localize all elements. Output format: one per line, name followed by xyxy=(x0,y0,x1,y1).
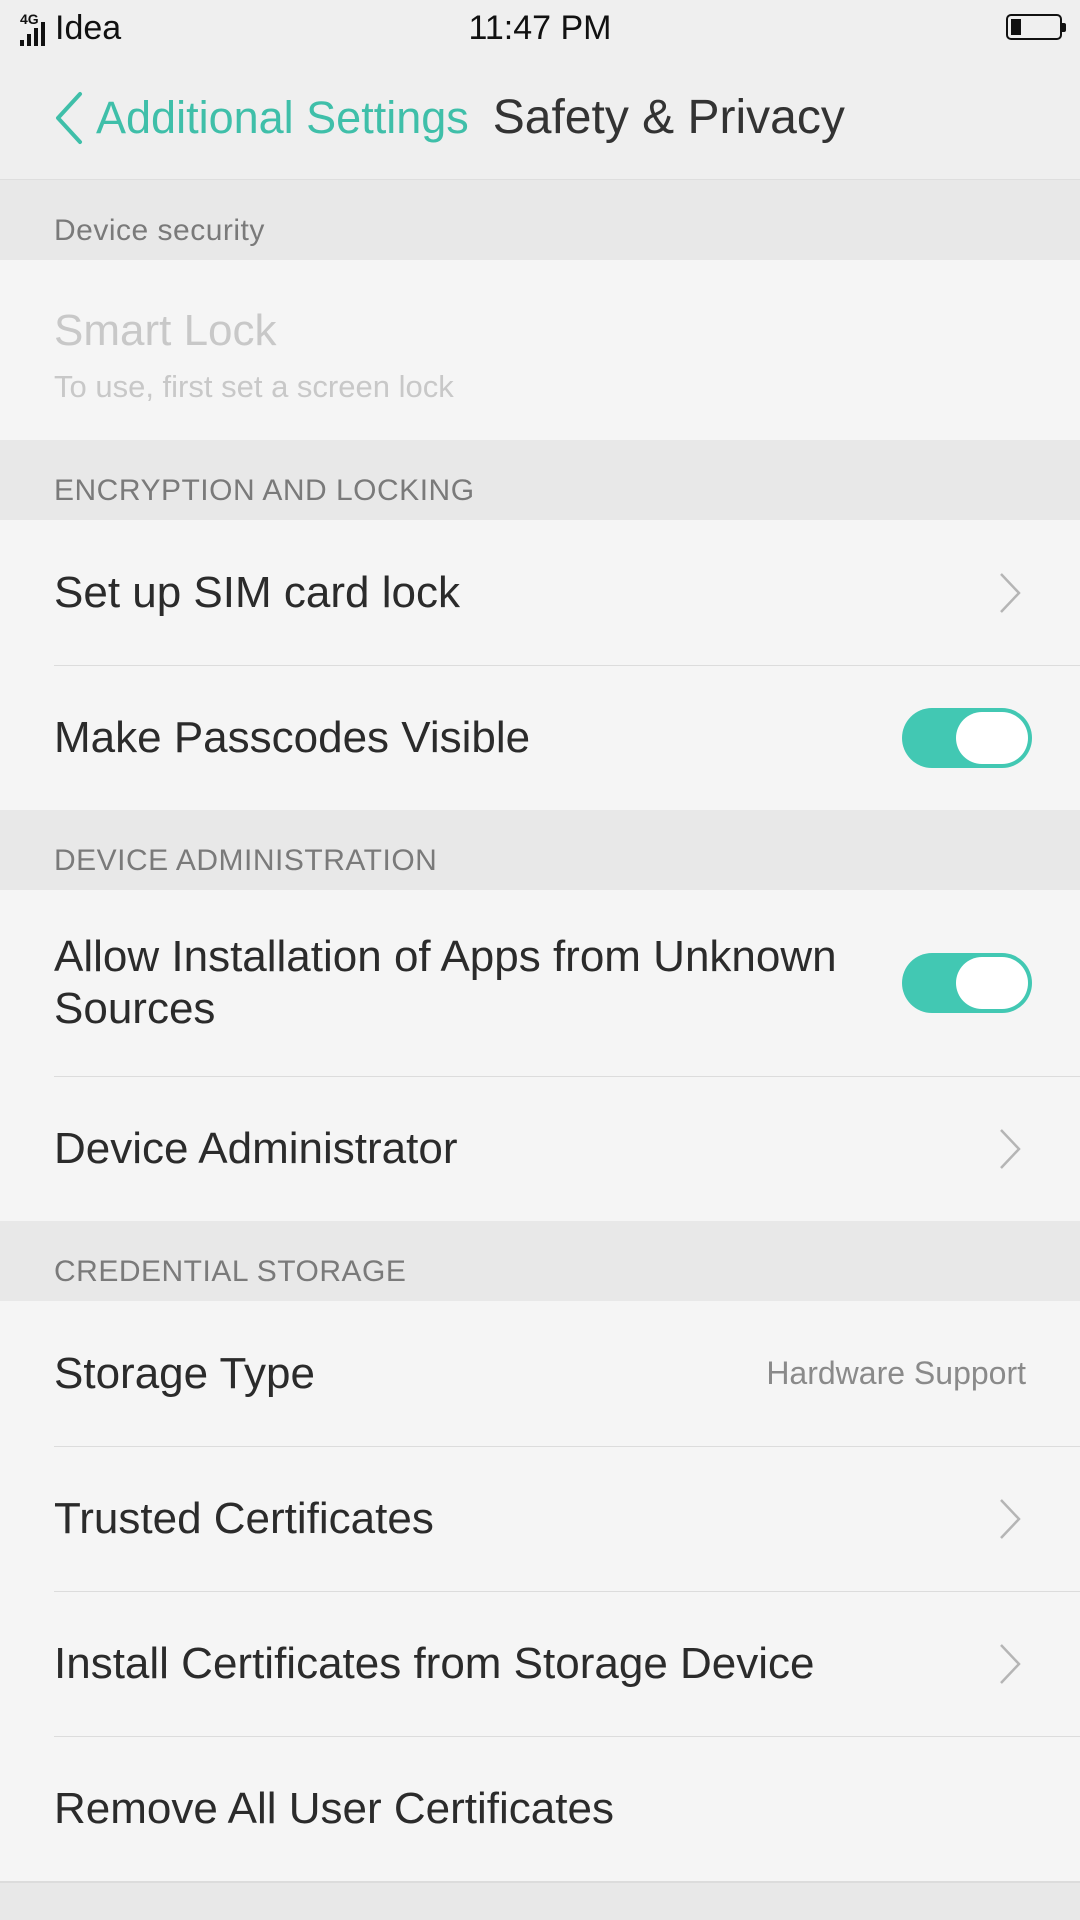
remove-certificates-row[interactable]: Remove All User Certificates xyxy=(0,1736,1080,1881)
smart-lock-title: Smart Lock xyxy=(54,306,277,355)
back-button[interactable]: Additional Settings xyxy=(52,88,469,148)
passcodes-visible-label: Make Passcodes Visible xyxy=(54,712,531,762)
remove-certificates-label: Remove All User Certificates xyxy=(54,1783,614,1833)
passcodes-visible-row: Make Passcodes Visible xyxy=(0,665,1080,810)
passcodes-visible-toggle[interactable] xyxy=(902,707,1032,768)
unknown-sources-label: Allow Installation of Apps from Unknown … xyxy=(54,932,837,1033)
section-header-credential-storage: CREDENTIAL STORAGE xyxy=(0,1221,1080,1301)
chevron-right-icon xyxy=(1000,1498,1021,1539)
app-header: Additional Settings Safety & Privacy xyxy=(0,56,1080,180)
storage-type-value: Hardware Support xyxy=(766,1355,1026,1391)
trusted-certificates-label: Trusted Certificates xyxy=(54,1493,434,1543)
status-time: 11:47 PM xyxy=(468,8,612,47)
smart-lock-row[interactable]: Smart Lock To use, first set a screen lo… xyxy=(0,260,1080,440)
unknown-sources-row: Allow Installation of Apps from Unknown … xyxy=(0,890,1080,1076)
device-administrator-label: Device Administrator xyxy=(54,1123,458,1173)
carrier-name: Idea xyxy=(55,8,122,47)
storage-type-label: Storage Type xyxy=(54,1348,315,1398)
bottom-spacer xyxy=(0,1882,1080,1920)
chevron-right-icon xyxy=(1000,1643,1021,1684)
battery-icon xyxy=(1006,14,1066,40)
trusted-certificates-row[interactable]: Trusted Certificates xyxy=(0,1446,1080,1591)
section-header-device-admin: DEVICE ADMINISTRATION xyxy=(0,810,1080,890)
smart-lock-subtitle: To use, first set a screen lock xyxy=(54,369,454,404)
storage-type-row: Storage Type Hardware Support xyxy=(0,1301,1080,1446)
network-type: 4G xyxy=(20,11,39,27)
sim-lock-label: Set up SIM card lock xyxy=(54,567,460,617)
back-label: Additional Settings xyxy=(96,91,469,143)
page-title: Safety & Privacy xyxy=(492,91,845,144)
status-bar: 4G Idea 11:47 PM xyxy=(0,0,1080,56)
device-administrator-row[interactable]: Device Administrator xyxy=(0,1076,1080,1221)
unknown-sources-toggle[interactable] xyxy=(902,953,1032,1013)
section-header-device-security: Device security xyxy=(0,180,1080,260)
sim-lock-row[interactable]: Set up SIM card lock xyxy=(0,520,1080,665)
install-certificates-row[interactable]: Install Certificates from Storage Device xyxy=(0,1591,1080,1736)
chevron-right-icon xyxy=(1000,572,1021,613)
section-header-encryption: ENCRYPTION AND LOCKING xyxy=(0,440,1080,520)
install-certificates-label: Install Certificates from Storage Device xyxy=(54,1638,815,1688)
chevron-left-icon xyxy=(52,88,86,148)
chevron-right-icon xyxy=(1000,1128,1021,1169)
